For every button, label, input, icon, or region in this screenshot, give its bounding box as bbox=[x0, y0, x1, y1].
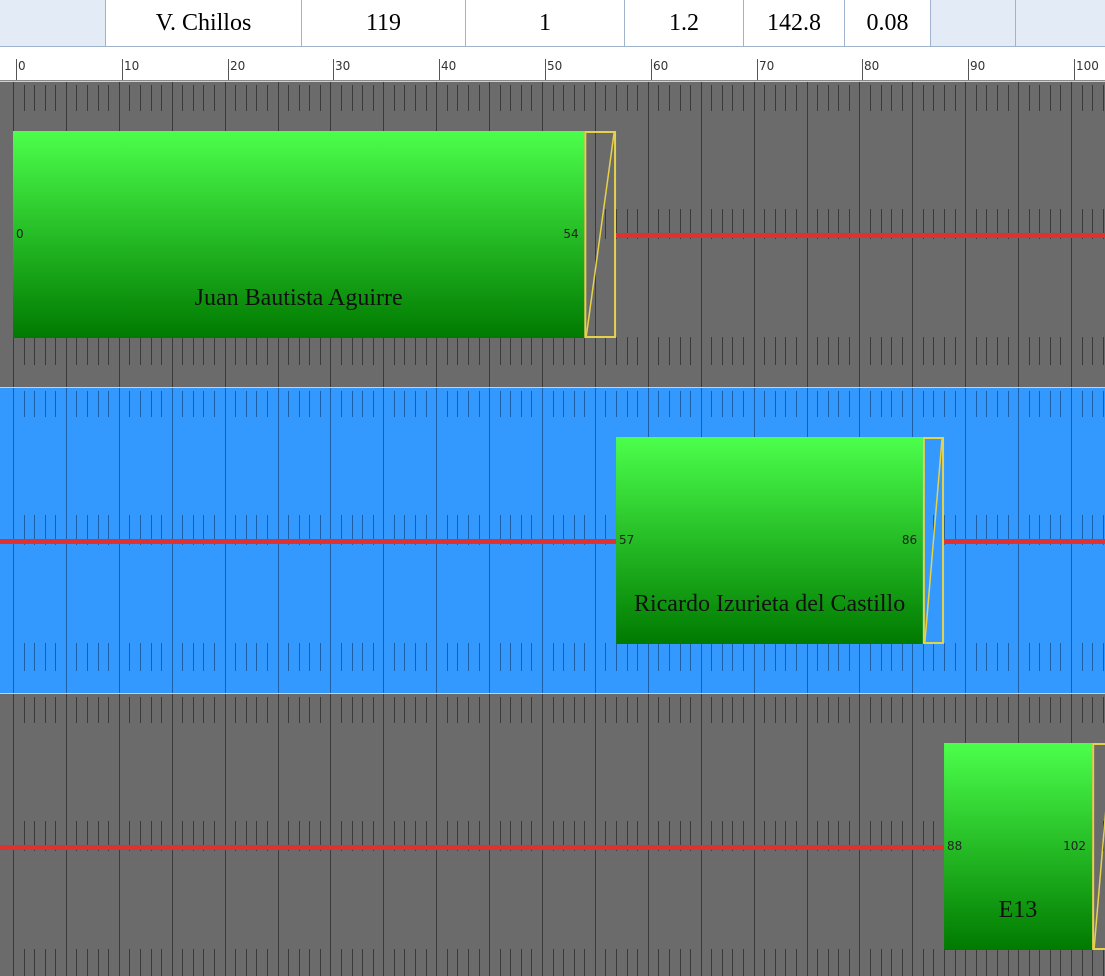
table-cell-total[interactable]: 142.8 bbox=[744, 0, 845, 46]
block-name-label: E13 bbox=[998, 897, 1038, 923]
table-cell-empty[interactable] bbox=[1016, 0, 1105, 46]
table-cell-quantity[interactable]: 119 bbox=[302, 0, 466, 46]
ruler-label: 60 bbox=[653, 59, 669, 73]
ruler-tick bbox=[122, 59, 123, 80]
ruler-label: 40 bbox=[441, 59, 457, 73]
ruler-tick bbox=[968, 59, 969, 80]
block-start-label: 88 bbox=[947, 839, 963, 853]
lane-separator bbox=[0, 387, 1105, 388]
ruler-label: 0 bbox=[18, 59, 26, 73]
ruler-tick bbox=[757, 59, 758, 80]
table-cell-count[interactable]: 1 bbox=[466, 0, 625, 46]
ruler-label: 30 bbox=[335, 59, 351, 73]
summary-table-row: V. Chillos 119 1 1.2 142.8 0.08 bbox=[0, 0, 1105, 47]
lane-background bbox=[0, 693, 1105, 976]
ruler-label: 10 bbox=[124, 59, 140, 73]
ruler-tick bbox=[439, 59, 440, 80]
lane-separator bbox=[0, 693, 1105, 694]
block-end-label: 86 bbox=[901, 533, 918, 547]
time-ruler: 0 10 20 30 40 50 60 70 80 90 100 bbox=[0, 47, 1105, 81]
block-end-label: 102 bbox=[1063, 839, 1087, 853]
block-start-label: 0 bbox=[16, 227, 24, 241]
block-start-label: 57 bbox=[619, 533, 635, 547]
ruler-tick bbox=[545, 59, 546, 80]
ruler-label: 70 bbox=[759, 59, 775, 73]
table-cell-rate[interactable]: 0.08 bbox=[845, 0, 931, 46]
ruler-tick bbox=[228, 59, 229, 80]
ruler-label: 100 bbox=[1076, 59, 1099, 73]
ruler-tick bbox=[651, 59, 652, 80]
connector-line bbox=[0, 845, 945, 850]
ruler-label: 20 bbox=[230, 59, 246, 73]
ruler-tick bbox=[1074, 59, 1075, 80]
connector-line bbox=[616, 233, 1105, 238]
table-cell-empty[interactable] bbox=[931, 0, 1016, 46]
lane-separator bbox=[0, 81, 1105, 82]
gantt-timeline: 0 54 Juan Bautista Aguirre 57 86 Ricardo Izur… bbox=[0, 81, 1105, 976]
table-cell-factor[interactable]: 1.2 bbox=[625, 0, 744, 46]
table-cell-location[interactable]: V. Chillos bbox=[106, 0, 302, 46]
block-name-label: Ricardo Izurieta del Castillo bbox=[633, 591, 906, 617]
ruler-label: 80 bbox=[864, 59, 880, 73]
connector-line bbox=[0, 539, 617, 544]
table-cell-empty[interactable] bbox=[0, 0, 106, 46]
ruler-tick bbox=[16, 59, 17, 80]
ruler-label: 50 bbox=[547, 59, 563, 73]
timeline-canvas bbox=[0, 81, 1105, 976]
ruler-tick bbox=[333, 59, 334, 80]
block-name-label: Juan Bautista Aguirre bbox=[194, 285, 403, 311]
connector-line bbox=[944, 539, 1105, 544]
ruler-label: 90 bbox=[970, 59, 986, 73]
ruler-tick bbox=[862, 59, 863, 80]
block-end-label: 54 bbox=[563, 227, 579, 241]
